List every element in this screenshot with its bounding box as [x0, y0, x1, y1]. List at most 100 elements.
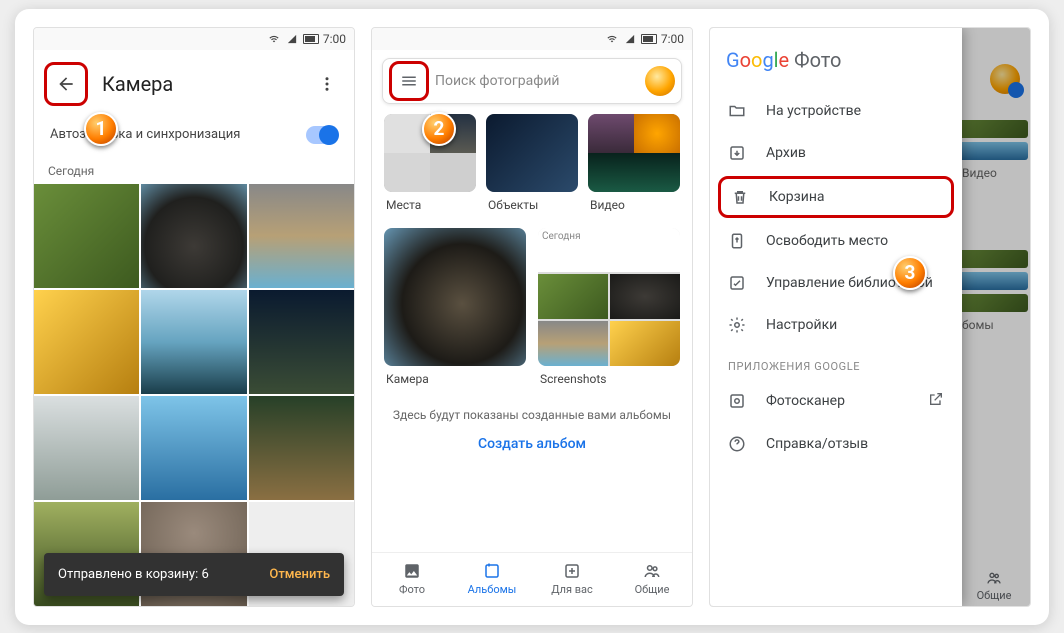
- albums-hint: Здесь будут показаны созданные вами альб…: [372, 386, 692, 432]
- menu-trash[interactable]: Корзина: [718, 176, 954, 218]
- scr-today-label: Сегодня: [538, 228, 680, 273]
- menu-on-device[interactable]: На устройстве: [710, 90, 962, 132]
- shared-icon: [642, 562, 662, 580]
- menu-free-space-label: Освободить место: [766, 233, 888, 249]
- more-button[interactable]: [310, 67, 344, 101]
- photos-icon: [402, 562, 422, 580]
- photo-thumb[interactable]: [141, 290, 246, 394]
- callout-2: 2: [422, 112, 456, 146]
- menu-settings-label: Настройки: [766, 317, 837, 333]
- menu-photoscanner[interactable]: Фотосканер: [710, 379, 962, 423]
- hamburger-icon: [400, 72, 418, 90]
- menu-trash-label: Корзина: [769, 189, 825, 205]
- photo-grid: [34, 184, 354, 606]
- photo-thumb[interactable]: [34, 396, 139, 500]
- gear-icon: [728, 316, 746, 334]
- photo-thumb[interactable]: [249, 184, 354, 288]
- account-avatar[interactable]: [645, 66, 675, 96]
- video-label: Видео: [588, 192, 680, 212]
- album-screenshots-label: Screenshots: [538, 366, 680, 386]
- nav-shared[interactable]: Общие: [612, 553, 692, 606]
- nav-foryou-label: Для вас: [551, 583, 593, 596]
- apps-header: ПРИЛОЖЕНИЯ GOOGLE: [710, 346, 962, 379]
- screen-camera-album: 7:00 Камера 1 Автозагрузка и синхронизац…: [33, 27, 355, 607]
- album-row: Камера Сегодня Screenshots: [372, 212, 692, 386]
- more-vert-icon: [318, 75, 336, 93]
- create-album-button[interactable]: Создать альбом: [372, 432, 692, 456]
- video-thumb: [588, 114, 680, 192]
- nav-photos[interactable]: Фото: [372, 553, 452, 606]
- signal-icon: [623, 34, 637, 44]
- snackbar-text: Отправлено в корзину: 6: [58, 567, 209, 582]
- photo-thumb[interactable]: [34, 184, 139, 288]
- page-title: Камера: [88, 72, 310, 96]
- nav-albums[interactable]: Альбомы: [452, 553, 532, 606]
- foryou-icon: [562, 562, 582, 580]
- auto-upload-label: Автозагрузка и синхронизация: [50, 127, 240, 142]
- folder-icon: [728, 102, 746, 120]
- menu-settings[interactable]: Настройки: [710, 304, 962, 346]
- album-camera[interactable]: Камера: [384, 228, 526, 386]
- objects-thumb: [486, 114, 578, 192]
- back-button[interactable]: [49, 67, 83, 101]
- menu-archive[interactable]: Архив: [710, 132, 962, 174]
- album-camera-label: Камера: [384, 366, 526, 386]
- signal-icon: [285, 34, 299, 44]
- menu-help-label: Справка/отзыв: [766, 436, 868, 452]
- today-label: Сегодня: [34, 152, 354, 184]
- search-bar[interactable]: Поиск фотографий: [382, 58, 682, 104]
- nav-shared-label: Общие: [635, 583, 670, 596]
- auto-upload-row[interactable]: Автозагрузка и синхронизация: [34, 116, 354, 152]
- menu-help[interactable]: Справка/отзыв: [710, 423, 962, 465]
- category-objects[interactable]: Объекты: [486, 114, 578, 212]
- wifi-icon: [605, 34, 619, 44]
- category-row: Места Объекты Видео: [372, 112, 692, 212]
- status-time: 7:00: [661, 32, 684, 46]
- hamburger-button[interactable]: [394, 66, 424, 96]
- battery-icon: [303, 34, 319, 44]
- menu-scanner-label: Фотосканер: [766, 393, 845, 409]
- status-time: 7:00: [323, 32, 346, 46]
- search-placeholder: Поиск фотографий: [429, 73, 645, 89]
- category-video[interactable]: Видео: [588, 114, 680, 212]
- nav-photos-label: Фото: [399, 583, 425, 596]
- highlight-back: [44, 62, 88, 106]
- external-link-icon: [928, 391, 944, 411]
- screen1-header: Камера: [34, 50, 354, 116]
- bottom-nav: Фото Альбомы Для вас Общие: [372, 552, 692, 606]
- photo-thumb[interactable]: [249, 290, 354, 394]
- highlight-menu: [389, 61, 429, 101]
- objects-label: Объекты: [486, 192, 578, 212]
- album-screenshots-cover: Сегодня: [538, 228, 680, 366]
- free-space-icon: [728, 232, 746, 250]
- arrow-left-icon: [56, 74, 76, 94]
- drawer-scrim[interactable]: Google Фото На устройстве Архив Корзина: [710, 28, 1030, 606]
- menu-archive-label: Архив: [766, 145, 806, 161]
- drawer-title: Google Фото: [710, 28, 962, 90]
- status-bar: 7:00: [372, 28, 692, 50]
- nav-drawer: Google Фото На устройстве Архив Корзина: [710, 28, 962, 606]
- library-icon: [728, 274, 746, 292]
- callout-3: 3: [893, 256, 927, 290]
- nav-albums-label: Альбомы: [468, 583, 517, 596]
- help-icon: [728, 435, 746, 453]
- photo-thumb[interactable]: [141, 396, 246, 500]
- auto-upload-toggle[interactable]: [306, 126, 338, 144]
- menu-free-space[interactable]: Освободить место: [710, 220, 962, 262]
- screen-drawer: 7:00 Видео бомы Общие Google Фото: [709, 27, 1031, 607]
- photo-thumb[interactable]: [249, 396, 354, 500]
- archive-icon: [728, 144, 746, 162]
- nav-foryou[interactable]: Для вас: [532, 553, 612, 606]
- albums-icon: [482, 562, 502, 580]
- photo-thumb[interactable]: [34, 290, 139, 394]
- scanner-icon: [728, 392, 746, 410]
- callout-1: 1: [84, 112, 118, 146]
- photo-thumb[interactable]: [141, 184, 246, 288]
- wifi-icon: [267, 34, 281, 44]
- brand-suffix: Фото: [794, 48, 841, 72]
- snackbar-undo[interactable]: Отменить: [269, 567, 330, 582]
- menu-on-device-label: На устройстве: [766, 103, 861, 119]
- trash-snackbar: Отправлено в корзину: 6 Отменить: [44, 553, 344, 596]
- album-screenshots[interactable]: Сегодня Screenshots: [538, 228, 680, 386]
- album-camera-cover: [384, 228, 526, 366]
